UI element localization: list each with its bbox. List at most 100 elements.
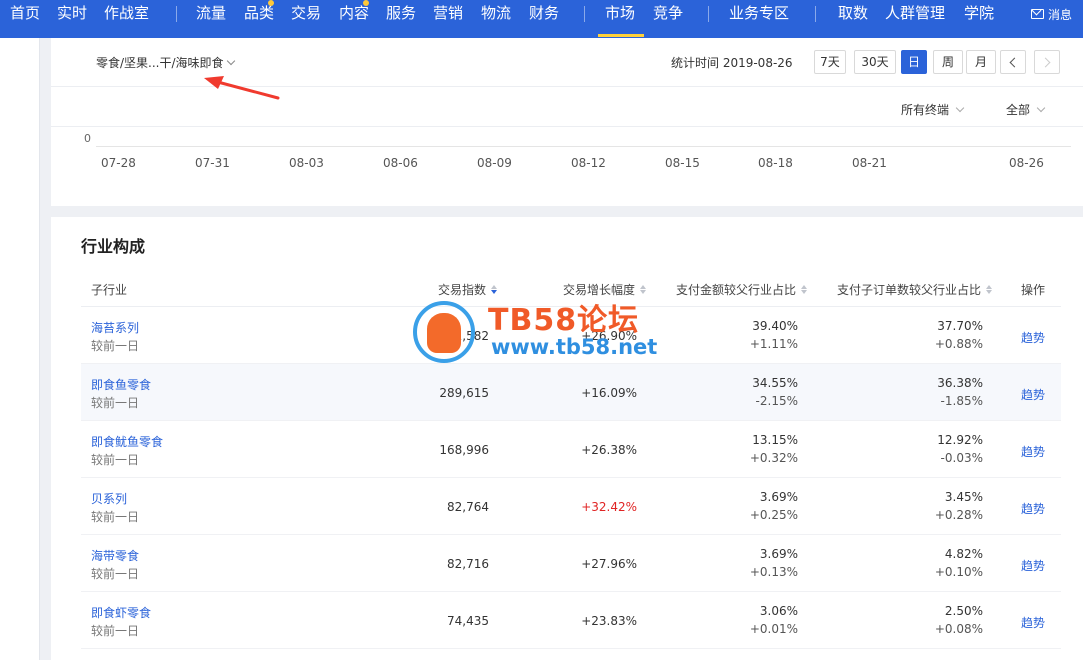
range-7d-button[interactable]: 7天 — [814, 50, 846, 74]
nav-finance[interactable]: 财务 — [529, 0, 559, 38]
messages-label: 消息 — [1048, 7, 1073, 22]
nav-separator — [584, 6, 585, 22]
table-row: 贝系列 较前一日 82,764 +32.42% 3.69% +0.25% 3.4… — [81, 478, 1061, 535]
nav-home[interactable]: 首页 — [10, 0, 40, 38]
compare-label: 较前一日 — [91, 453, 140, 467]
table-row: 即食虾零食 较前一日 74,435 +23.83% 3.06% +0.01% 2… — [81, 592, 1061, 649]
trade-growth: +26.90% — [581, 329, 637, 343]
trade-index: 74,435 — [447, 614, 489, 628]
sub-industry-link[interactable]: 贝系列 — [91, 490, 127, 507]
order-share-delta: +0.10% — [934, 565, 983, 579]
table-header: 子行业 交易指数 交易增长幅度 支付金额较父行业占比 支付子订单数较父行业占比 … — [81, 269, 1061, 307]
nav-market[interactable]: 市场 — [605, 0, 635, 38]
sub-industry-link[interactable]: 海带零食 — [91, 547, 139, 564]
order-share: 3.45% — [944, 490, 983, 504]
order-share-delta: +0.28% — [934, 508, 983, 522]
trade-growth: +27.96% — [581, 557, 637, 571]
table-row: 即食鱼零食 较前一日 289,615 +16.09% 34.55% -2.15%… — [81, 364, 1061, 421]
col-action-label: 操作 — [1021, 283, 1046, 297]
col-order-share[interactable]: 支付子订单数较父行业占比 — [837, 281, 993, 298]
top-navigation: 首页 实时 作战室 流量 品类 交易 内容 服务 营销 物流 财务 市场 竞争 … — [0, 0, 1083, 38]
order-share: 4.82% — [944, 547, 983, 561]
trend-link[interactable]: 趋势 — [1021, 557, 1045, 574]
range-day-button[interactable]: 日 — [901, 50, 927, 74]
nav-business-zone[interactable]: 业务专区 — [729, 0, 789, 38]
order-share: 36.38% — [937, 376, 983, 390]
sort-icon — [801, 285, 808, 294]
trend-link[interactable]: 趋势 — [1021, 443, 1045, 460]
compare-label: 较前一日 — [91, 510, 140, 524]
table-row: 即食鱿鱼零食 较前一日 168,996 +26.38% 13.15% +0.32… — [81, 421, 1061, 478]
trend-link[interactable]: 趋势 — [1021, 500, 1045, 517]
x-tick-label: 08-15 — [665, 156, 700, 170]
all-filter-label: 全部 — [1006, 103, 1031, 117]
pay-share: 3.69% — [759, 547, 798, 561]
trade-index: 311,582 — [439, 329, 489, 343]
sub-industry-link[interactable]: 即食虾零食 — [91, 604, 151, 621]
table-row: 海带零食 较前一日 82,716 +27.96% 3.69% +0.13% 4.… — [81, 535, 1061, 592]
trend-link[interactable]: 趋势 — [1021, 386, 1045, 403]
terminal-filter[interactable]: 所有终端 — [901, 101, 965, 118]
range-month-button[interactable]: 月 — [966, 50, 996, 74]
x-tick-label: 08-26 — [1009, 156, 1044, 170]
sort-icon — [640, 285, 647, 294]
nav-realtime[interactable]: 实时 — [57, 0, 87, 38]
pay-share-delta: +0.25% — [749, 508, 798, 522]
nav-logistics[interactable]: 物流 — [481, 0, 511, 38]
terminal-filter-label: 所有终端 — [901, 103, 950, 117]
col-trade-growth[interactable]: 交易增长幅度 — [563, 281, 647, 298]
nav-competition[interactable]: 竞争 — [653, 0, 683, 38]
order-share-delta: +0.08% — [934, 622, 983, 636]
content-notification-dot — [363, 0, 369, 6]
chevron-down-icon — [955, 103, 965, 112]
x-tick-label: 08-21 — [852, 156, 887, 170]
pay-share: 3.69% — [759, 490, 798, 504]
nav-trade[interactable]: 交易 — [291, 0, 321, 38]
pay-share: 39.40% — [752, 319, 798, 333]
col-trade-index-label: 交易指数 — [438, 283, 487, 297]
col-sub-industry-label: 子行业 — [91, 283, 128, 297]
col-pay-share[interactable]: 支付金额较父行业占比 — [676, 281, 808, 298]
pay-share: 13.15% — [752, 433, 798, 447]
order-share-delta: +0.88% — [934, 337, 983, 351]
prev-date-button[interactable] — [1000, 50, 1026, 74]
range-week-button[interactable]: 周 — [933, 50, 963, 74]
nav-traffic[interactable]: 流量 — [196, 0, 226, 38]
sub-industry-link[interactable]: 海苔系列 — [91, 319, 139, 336]
all-filter[interactable]: 全部 — [1006, 101, 1046, 118]
trade-growth: +32.42% — [581, 500, 637, 514]
trend-panel: 零食/坚果...干/海味即食 统计时间 2019-08-26 7天 30天 日 … — [51, 38, 1083, 206]
trend-link[interactable]: 趋势 — [1021, 614, 1045, 631]
nav-service[interactable]: 服务 — [386, 0, 416, 38]
trade-growth: +23.83% — [581, 614, 637, 628]
chevron-down-icon — [226, 56, 235, 65]
col-trade-growth-label: 交易增长幅度 — [563, 283, 636, 297]
nav-warroom[interactable]: 作战室 — [104, 0, 149, 38]
col-pay-share-label: 支付金额较父行业占比 — [676, 283, 797, 297]
nav-fetch-data[interactable]: 取数 — [838, 0, 868, 38]
sub-industry-link[interactable]: 即食鱿鱼零食 — [91, 433, 163, 450]
compare-label: 较前一日 — [91, 567, 140, 581]
trade-index: 82,716 — [447, 557, 489, 571]
pay-share: 3.06% — [759, 604, 798, 618]
messages-link[interactable]: 消息 — [1031, 6, 1072, 22]
category-selector[interactable]: 零食/坚果...干/海味即食 — [96, 54, 235, 71]
pay-share-delta: +0.13% — [749, 565, 798, 579]
nav-marketing[interactable]: 营销 — [433, 0, 463, 38]
next-date-button[interactable] — [1034, 50, 1060, 74]
trade-growth: +26.38% — [581, 443, 637, 457]
category-notification-dot — [268, 0, 274, 6]
col-trade-index[interactable]: 交易指数 — [438, 281, 498, 298]
sub-industry-link[interactable]: 即食鱼零食 — [91, 376, 151, 393]
nav-academy[interactable]: 学院 — [964, 0, 994, 38]
order-share: 12.92% — [937, 433, 983, 447]
trade-index: 289,615 — [439, 386, 489, 400]
trade-growth: +16.09% — [581, 386, 637, 400]
category-path: 零食/坚果...干/海味即食 — [96, 56, 224, 70]
compare-label: 较前一日 — [91, 396, 140, 410]
x-tick-label: 07-28 — [101, 156, 136, 170]
range-30d-button[interactable]: 30天 — [854, 50, 896, 74]
trend-link[interactable]: 趋势 — [1021, 329, 1045, 346]
nav-crowd[interactable]: 人群管理 — [885, 0, 945, 38]
col-sub-industry: 子行业 — [91, 281, 127, 298]
